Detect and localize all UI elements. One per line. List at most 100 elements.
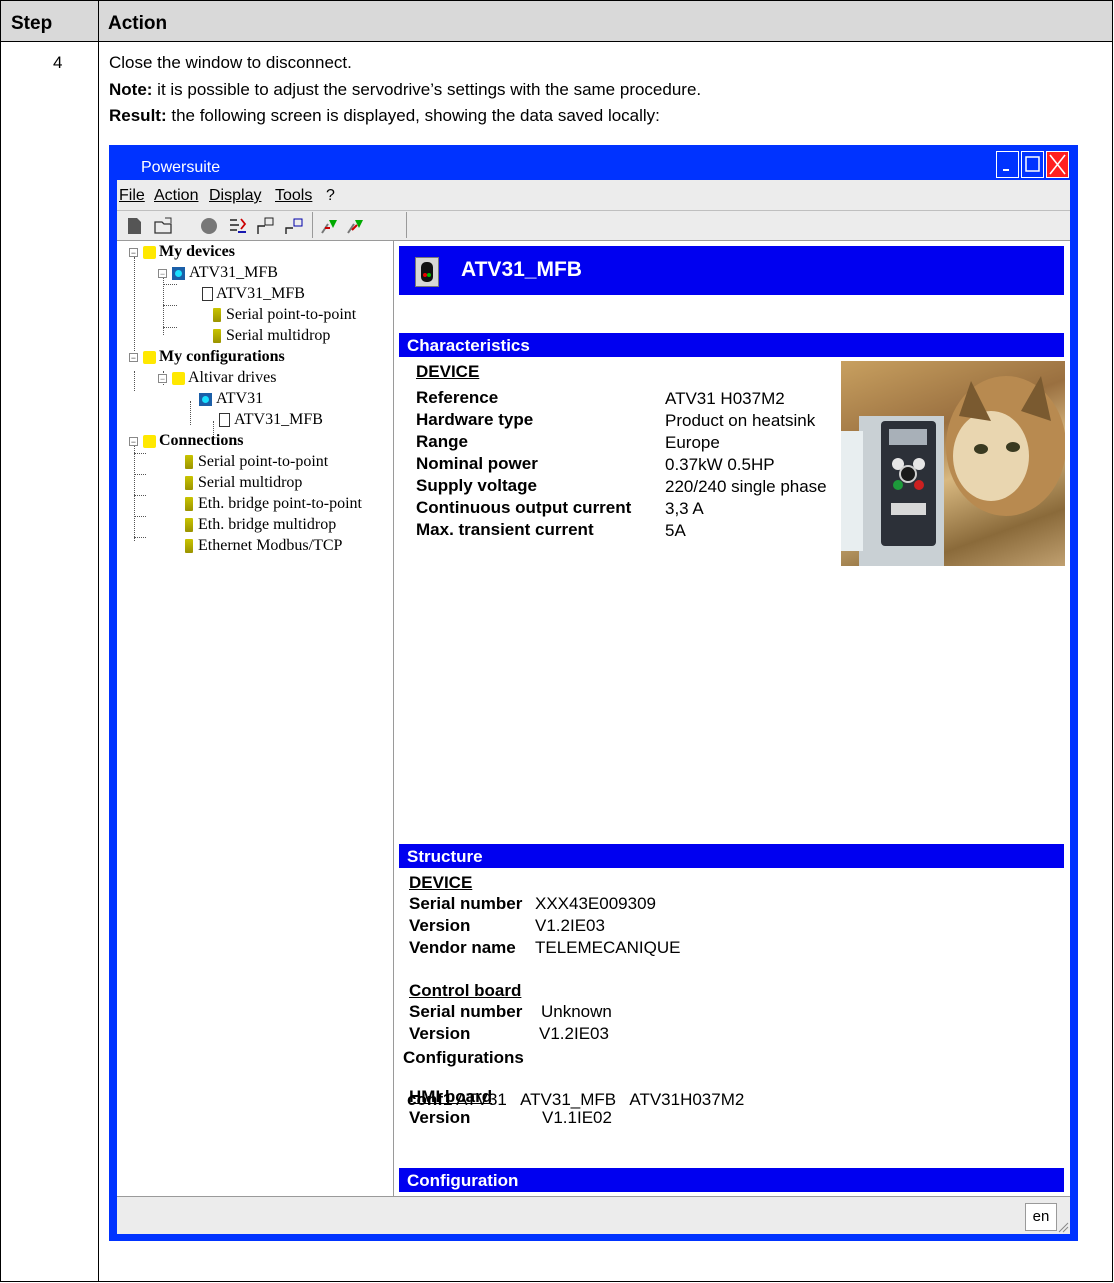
tree-node-conn-eth-p2p[interactable]: Eth. bridge point-to-point xyxy=(147,495,362,513)
tree-node-conn-serial-multidrop[interactable]: Serial multidrop xyxy=(147,474,302,492)
characteristic-label: Supply voltage xyxy=(416,476,537,495)
language-indicator[interactable]: en xyxy=(1025,1203,1057,1231)
tree-node-label: My configurations xyxy=(159,348,285,365)
minimize-button[interactable] xyxy=(996,151,1019,178)
document-icon xyxy=(202,287,213,301)
tree-node-conn-eth-multidrop[interactable]: Eth. bridge multidrop xyxy=(147,516,336,534)
section-title: Structure xyxy=(407,847,483,866)
tree-node-label: Serial point-to-point xyxy=(198,453,329,470)
conf-name: conf1 xyxy=(407,1090,453,1109)
tree-node-atv31-child[interactable]: ATV31_MFB xyxy=(207,411,323,429)
vendor-name-value: TELEMECANIQUE xyxy=(535,938,681,957)
tree-node-conn-serial-p2p[interactable]: Serial point-to-point xyxy=(147,453,328,471)
characteristics-header: Characteristics xyxy=(399,333,1064,357)
device-tree: − My devices − ATV31_MFB ATV31_MFB Seria… xyxy=(117,241,394,1196)
disconnect-icon xyxy=(347,220,363,234)
menu-help[interactable]: ? xyxy=(326,187,335,205)
toolbar-separator xyxy=(406,212,407,238)
tree-line xyxy=(163,284,177,285)
close-button[interactable] xyxy=(1046,151,1069,178)
tree-line xyxy=(163,305,177,306)
connection-icon xyxy=(185,518,193,532)
connection-icon xyxy=(213,329,221,343)
download-button[interactable] xyxy=(283,216,303,236)
tree-node-label: ATV31_MFB xyxy=(234,411,323,428)
section-title: Configuration xyxy=(407,1171,519,1190)
characteristic-label: Nominal power xyxy=(416,454,538,473)
tree-line xyxy=(134,474,146,475)
menu-action-label: Action xyxy=(154,187,199,204)
note-label: Note: xyxy=(109,80,153,99)
tree-node-dev-serial-p2p[interactable]: Serial point-to-point xyxy=(177,306,356,324)
menu-tools[interactable]: Tools xyxy=(275,187,312,205)
window-title: Powersuite xyxy=(141,159,221,176)
disconnect-button[interactable] xyxy=(345,216,365,236)
tree-node-my-devices[interactable]: − My devices xyxy=(129,243,235,261)
new-document-icon xyxy=(128,218,141,234)
characteristic-label: Range xyxy=(416,432,468,451)
connection-icon xyxy=(185,539,193,553)
menu-file[interactable]: File xyxy=(119,187,145,205)
step-column-header: Step xyxy=(11,13,53,34)
collapse-icon[interactable]: − xyxy=(129,247,138,257)
configuration-entry[interactable]: conf1 ATV31 ATV31_MFB ATV31H037M2 xyxy=(407,1090,744,1110)
collapse-icon[interactable]: − xyxy=(129,436,138,446)
tree-node-device-child[interactable]: ATV31_MFB xyxy=(177,285,305,303)
tree-line xyxy=(134,516,146,517)
tree-line xyxy=(134,453,146,454)
menu-display[interactable]: Display xyxy=(209,187,261,205)
tree-node-altivar-drives[interactable]: − Altivar drives xyxy=(158,369,276,387)
tree-line xyxy=(163,327,177,328)
table-header-row: Step Action xyxy=(1,1,1112,42)
tree-node-label: Eth. bridge point-to-point xyxy=(198,495,362,512)
transfer-button[interactable] xyxy=(227,216,247,236)
new-button[interactable] xyxy=(125,216,145,236)
tree-node-atv31[interactable]: ATV31 xyxy=(187,390,263,408)
characteristics-device-label: DEVICE xyxy=(416,362,480,381)
tree-node-label: ATV31 xyxy=(216,390,264,407)
menu-tools-label: Tools xyxy=(275,187,313,204)
result-label: Result: xyxy=(109,106,167,125)
connect-button[interactable] xyxy=(319,216,339,236)
window-client-area: File Action Display Tools ? − My devices… xyxy=(117,180,1070,1234)
version-label: Version xyxy=(409,916,471,935)
step-number: 4 xyxy=(53,53,63,72)
column-divider xyxy=(98,1,99,1282)
characteristic-value: Europe xyxy=(665,433,720,452)
product-photo xyxy=(841,361,1065,566)
collapse-icon[interactable]: − xyxy=(129,352,138,362)
tree-node-label: ATV31_MFB xyxy=(216,285,305,302)
characteristic-value: 0.37kW 0.5HP xyxy=(665,455,775,474)
upload-icon xyxy=(257,217,274,234)
serial-number-label: Serial number xyxy=(409,894,523,913)
tree-node-dev-serial-multidrop[interactable]: Serial multidrop xyxy=(177,327,330,345)
open-button[interactable] xyxy=(153,216,173,236)
drive-status-icon xyxy=(415,257,439,287)
version-value: V1.2IE03 xyxy=(535,916,605,935)
action-note: Note: it is possible to adjust the servo… xyxy=(109,80,701,100)
collapse-icon[interactable]: − xyxy=(158,373,167,383)
status-bar: en xyxy=(117,1196,1070,1234)
tree-node-connections[interactable]: − Connections xyxy=(129,432,243,450)
product-image xyxy=(841,376,1065,566)
stop-button[interactable] xyxy=(199,216,219,236)
collapse-icon[interactable]: − xyxy=(158,268,167,278)
characteristic-value: 5A xyxy=(665,521,686,540)
control-board-label: Control board xyxy=(409,981,522,1000)
connection-icon xyxy=(185,476,193,490)
menu-action[interactable]: Action xyxy=(154,187,198,205)
open-folder-icon xyxy=(154,217,172,234)
tree-line xyxy=(134,537,146,538)
connection-icon xyxy=(213,308,221,322)
tree-node-conn-modbus[interactable]: Ethernet Modbus/TCP xyxy=(147,537,342,555)
maximize-button[interactable] xyxy=(1021,151,1044,178)
menu-display-label: Display xyxy=(209,187,262,204)
cb-version-label: Version xyxy=(409,1024,471,1043)
tree-node-device[interactable]: − ATV31_MFB xyxy=(158,264,278,282)
hmi-version-label: Version xyxy=(409,1108,471,1127)
resize-grip-icon[interactable] xyxy=(1057,1221,1069,1233)
upload-button[interactable] xyxy=(255,216,275,236)
folder-icon xyxy=(143,350,156,364)
tree-node-label: Serial multidrop xyxy=(198,474,303,491)
tree-node-my-configurations[interactable]: − My configurations xyxy=(129,348,285,366)
